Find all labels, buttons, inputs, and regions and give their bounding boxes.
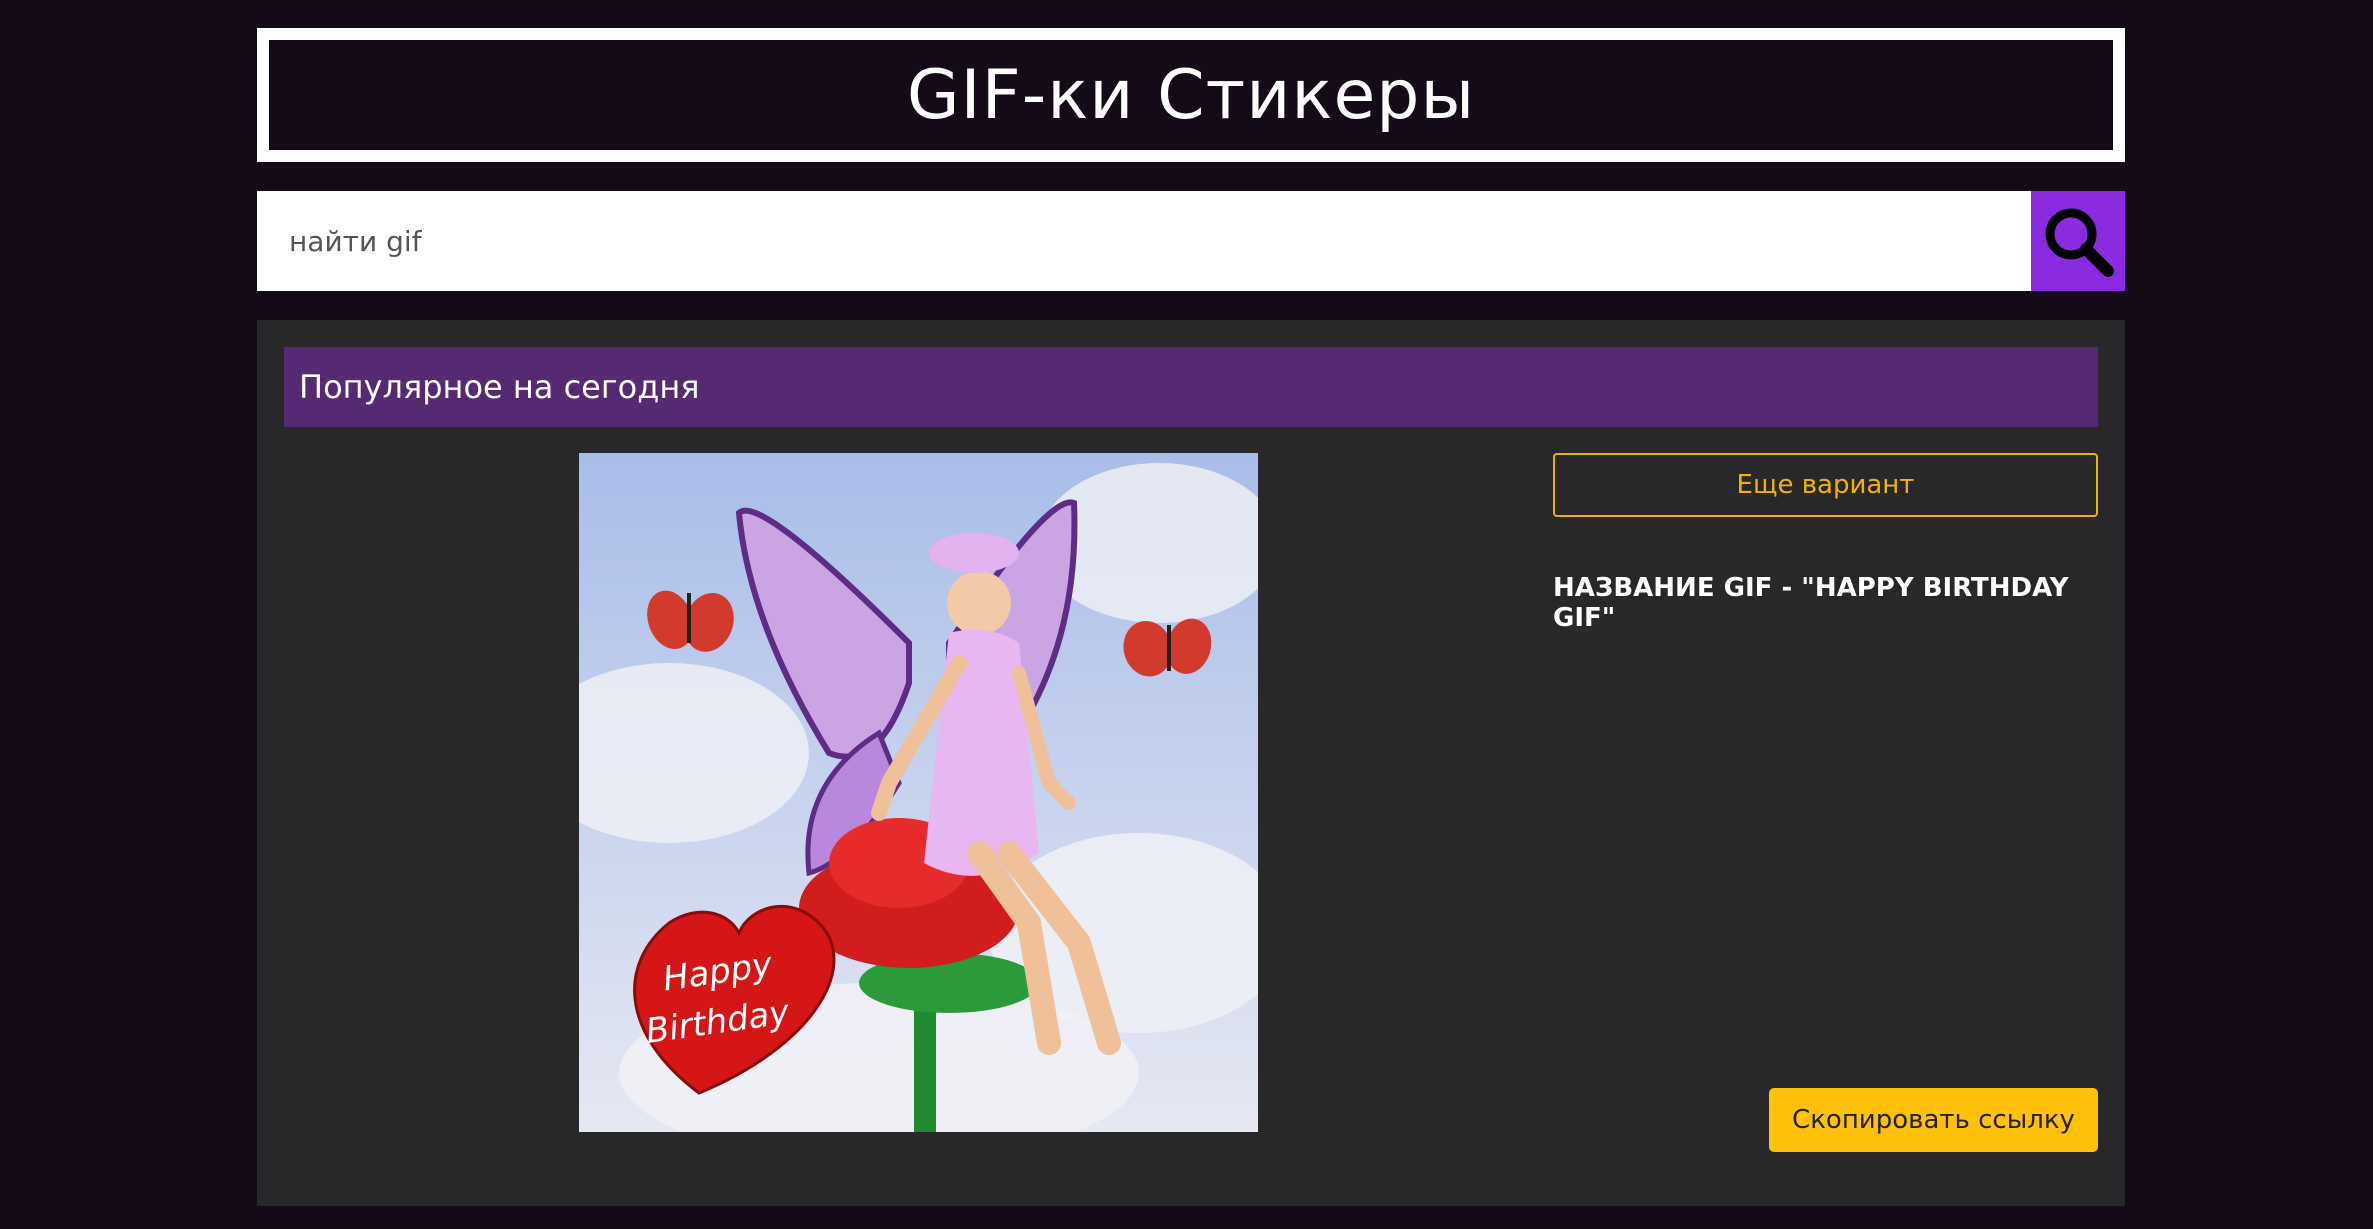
popular-title: Популярное на сегодня [299, 368, 700, 406]
gif-image: Happy Birthday [579, 453, 1258, 1132]
more-variant-button[interactable]: Еще вариант [1553, 453, 2098, 517]
search-button[interactable] [2031, 191, 2125, 291]
search-icon [2045, 208, 2114, 277]
gif-name-label: НАЗВАНИЕ GIF - "HAPPY BIRTHDAY GIF" [1553, 573, 2069, 633]
page-title: GIF-ки Стикеры [906, 55, 1476, 135]
birthday-fairy-illustration: Happy Birthday [579, 453, 1258, 1132]
search-input[interactable] [257, 191, 2031, 291]
popular-panel: Популярное на сегодня Happy Birthday Еще… [257, 320, 2125, 1206]
popular-header: Популярное на сегодня [284, 347, 2098, 427]
header-box: GIF-ки Стикеры [257, 28, 2125, 162]
copy-link-button[interactable]: Скопировать ссылку [1769, 1088, 2098, 1152]
header-inner: GIF-ки Стикеры [281, 52, 2101, 138]
search-bar [257, 191, 2125, 291]
